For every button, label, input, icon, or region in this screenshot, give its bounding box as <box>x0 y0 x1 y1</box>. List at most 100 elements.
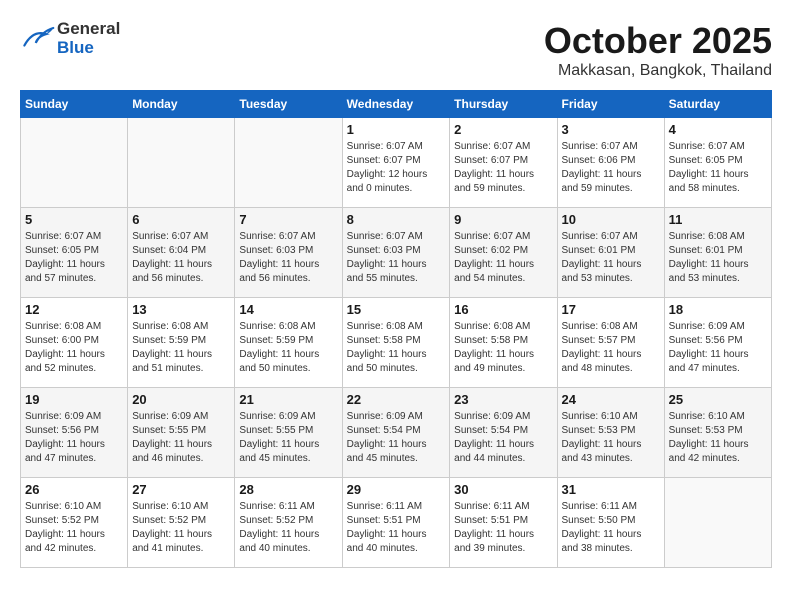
day-info: Sunrise: 6:10 AM Sunset: 5:52 PM Dayligh… <box>25 500 123 556</box>
day-info: Sunrise: 6:09 AM Sunset: 5:54 PM Dayligh… <box>454 410 552 466</box>
calendar-cell: 13 Sunrise: 6:08 AM Sunset: 5:59 PM Dayli… <box>128 298 235 388</box>
day-info: Sunrise: 6:07 AM Sunset: 6:06 PM Dayligh… <box>562 140 660 196</box>
day-info: Sunrise: 6:08 AM Sunset: 6:00 PM Dayligh… <box>25 320 123 376</box>
day-info: Sunrise: 6:08 AM Sunset: 5:58 PM Dayligh… <box>347 320 446 376</box>
calendar-cell: 10 Sunrise: 6:07 AM Sunset: 6:01 PM Dayli… <box>557 208 664 298</box>
calendar-cell: 21 Sunrise: 6:09 AM Sunset: 5:55 PM Dayli… <box>235 388 342 478</box>
day-info: Sunrise: 6:07 AM Sunset: 6:05 PM Dayligh… <box>25 230 123 286</box>
calendar-cell: 22 Sunrise: 6:09 AM Sunset: 5:54 PM Dayli… <box>342 388 450 478</box>
day-info: Sunrise: 6:08 AM Sunset: 5:57 PM Dayligh… <box>562 320 660 376</box>
day-number: 15 <box>347 302 446 317</box>
day-info: Sunrise: 6:08 AM Sunset: 5:58 PM Dayligh… <box>454 320 552 376</box>
day-info: Sunrise: 6:07 AM Sunset: 6:05 PM Dayligh… <box>669 140 767 196</box>
day-number: 30 <box>454 482 552 497</box>
day-info: Sunrise: 6:08 AM Sunset: 5:59 PM Dayligh… <box>239 320 337 376</box>
calendar-week-row: 12 Sunrise: 6:08 AM Sunset: 6:00 PM Dayli… <box>21 298 772 388</box>
day-info: Sunrise: 6:09 AM Sunset: 5:56 PM Dayligh… <box>669 320 767 376</box>
calendar-cell: 1Sunrise: 6:07 AM Sunset: 6:07 PM Daylig… <box>342 118 450 208</box>
calendar-cell: 23 Sunrise: 6:09 AM Sunset: 5:54 PM Dayli… <box>450 388 557 478</box>
calendar-cell <box>21 118 128 208</box>
day-info: Sunrise: 6:09 AM Sunset: 5:55 PM Dayligh… <box>239 410 337 466</box>
calendar-week-row: 5Sunrise: 6:07 AM Sunset: 6:05 PM Daylig… <box>21 208 772 298</box>
calendar-cell: 16 Sunrise: 6:08 AM Sunset: 5:58 PM Dayli… <box>450 298 557 388</box>
logo-bird-icon <box>20 21 55 56</box>
day-number: 20 <box>132 392 230 407</box>
calendar-header-thursday: Thursday <box>450 91 557 118</box>
calendar-cell: 2Sunrise: 6:07 AM Sunset: 6:07 PM Daylig… <box>450 118 557 208</box>
calendar-header-sunday: Sunday <box>21 91 128 118</box>
day-number: 9 <box>454 212 552 227</box>
day-number: 16 <box>454 302 552 317</box>
calendar-week-row: 26Sunrise: 6:10 AM Sunset: 5:52 PM Dayli… <box>21 478 772 568</box>
calendar-cell: 19 Sunrise: 6:09 AM Sunset: 5:56 PM Dayli… <box>21 388 128 478</box>
day-number: 13 <box>132 302 230 317</box>
day-number: 8 <box>347 212 446 227</box>
logo: General Blue <box>20 20 120 57</box>
calendar-cell: 7 Sunrise: 6:07 AM Sunset: 6:03 PM Daylig… <box>235 208 342 298</box>
day-number: 21 <box>239 392 337 407</box>
calendar-cell: 5Sunrise: 6:07 AM Sunset: 6:05 PM Daylig… <box>21 208 128 298</box>
day-info: Sunrise: 6:11 AM Sunset: 5:51 PM Dayligh… <box>347 500 446 556</box>
day-number: 6 <box>132 212 230 227</box>
day-info: Sunrise: 6:07 AM Sunset: 6:03 PM Dayligh… <box>239 230 337 286</box>
calendar-cell: 15 Sunrise: 6:08 AM Sunset: 5:58 PM Dayli… <box>342 298 450 388</box>
day-info: Sunrise: 6:07 AM Sunset: 6:02 PM Dayligh… <box>454 230 552 286</box>
calendar-cell: 12 Sunrise: 6:08 AM Sunset: 6:00 PM Dayli… <box>21 298 128 388</box>
calendar-cell <box>664 478 771 568</box>
day-number: 29 <box>347 482 446 497</box>
day-number: 17 <box>562 302 660 317</box>
calendar-cell: 25Sunrise: 6:10 AM Sunset: 5:53 PM Dayli… <box>664 388 771 478</box>
day-number: 12 <box>25 302 123 317</box>
day-number: 28 <box>239 482 337 497</box>
calendar-header-monday: Monday <box>128 91 235 118</box>
day-number: 19 <box>25 392 123 407</box>
calendar-cell: 24Sunrise: 6:10 AM Sunset: 5:53 PM Dayli… <box>557 388 664 478</box>
calendar-table: SundayMondayTuesdayWednesdayThursdayFrid… <box>20 90 772 568</box>
calendar-cell: 26Sunrise: 6:10 AM Sunset: 5:52 PM Dayli… <box>21 478 128 568</box>
day-info: Sunrise: 6:07 AM Sunset: 6:04 PM Dayligh… <box>132 230 230 286</box>
calendar-cell: 18Sunrise: 6:09 AM Sunset: 5:56 PM Dayli… <box>664 298 771 388</box>
logo-general: General <box>57 20 120 39</box>
day-info: Sunrise: 6:07 AM Sunset: 6:07 PM Dayligh… <box>454 140 552 196</box>
calendar-cell: 14 Sunrise: 6:08 AM Sunset: 5:59 PM Dayli… <box>235 298 342 388</box>
calendar-week-row: 1Sunrise: 6:07 AM Sunset: 6:07 PM Daylig… <box>21 118 772 208</box>
day-info: Sunrise: 6:09 AM Sunset: 5:56 PM Dayligh… <box>25 410 123 466</box>
day-number: 10 <box>562 212 660 227</box>
calendar-cell: 28 Sunrise: 6:11 AM Sunset: 5:52 PM Dayli… <box>235 478 342 568</box>
day-number: 23 <box>454 392 552 407</box>
day-info: Sunrise: 6:10 AM Sunset: 5:53 PM Dayligh… <box>669 410 767 466</box>
calendar-cell: 8 Sunrise: 6:07 AM Sunset: 6:03 PM Daylig… <box>342 208 450 298</box>
day-info: Sunrise: 6:08 AM Sunset: 6:01 PM Dayligh… <box>669 230 767 286</box>
day-info: Sunrise: 6:09 AM Sunset: 5:55 PM Dayligh… <box>132 410 230 466</box>
calendar-cell: 30 Sunrise: 6:11 AM Sunset: 5:51 PM Dayli… <box>450 478 557 568</box>
calendar-cell: 11 Sunrise: 6:08 AM Sunset: 6:01 PM Dayli… <box>664 208 771 298</box>
logo-blue: Blue <box>57 39 120 58</box>
day-info: Sunrise: 6:11 AM Sunset: 5:52 PM Dayligh… <box>239 500 337 556</box>
calendar-cell: 4Sunrise: 6:07 AM Sunset: 6:05 PM Daylig… <box>664 118 771 208</box>
calendar-header-wednesday: Wednesday <box>342 91 450 118</box>
day-info: Sunrise: 6:11 AM Sunset: 5:50 PM Dayligh… <box>562 500 660 556</box>
calendar-cell: 6 Sunrise: 6:07 AM Sunset: 6:04 PM Daylig… <box>128 208 235 298</box>
calendar-cell: 20 Sunrise: 6:09 AM Sunset: 5:55 PM Dayli… <box>128 388 235 478</box>
day-info: Sunrise: 6:09 AM Sunset: 5:54 PM Dayligh… <box>347 410 446 466</box>
day-number: 11 <box>669 212 767 227</box>
day-number: 7 <box>239 212 337 227</box>
title-section: October 2025 Makkasan, Bangkok, Thailand <box>544 20 772 80</box>
calendar-cell: 27Sunrise: 6:10 AM Sunset: 5:52 PM Dayli… <box>128 478 235 568</box>
day-number: 22 <box>347 392 446 407</box>
day-info: Sunrise: 6:08 AM Sunset: 5:59 PM Dayligh… <box>132 320 230 376</box>
calendar-cell: 9 Sunrise: 6:07 AM Sunset: 6:02 PM Daylig… <box>450 208 557 298</box>
day-info: Sunrise: 6:07 AM Sunset: 6:01 PM Dayligh… <box>562 230 660 286</box>
calendar-week-row: 19 Sunrise: 6:09 AM Sunset: 5:56 PM Dayli… <box>21 388 772 478</box>
day-info: Sunrise: 6:11 AM Sunset: 5:51 PM Dayligh… <box>454 500 552 556</box>
day-info: Sunrise: 6:10 AM Sunset: 5:53 PM Dayligh… <box>562 410 660 466</box>
day-number: 27 <box>132 482 230 497</box>
logo-text: General Blue <box>57 20 120 57</box>
day-number: 31 <box>562 482 660 497</box>
calendar-cell: 3Sunrise: 6:07 AM Sunset: 6:06 PM Daylig… <box>557 118 664 208</box>
day-info: Sunrise: 6:07 AM Sunset: 6:03 PM Dayligh… <box>347 230 446 286</box>
calendar-cell <box>235 118 342 208</box>
calendar-header-friday: Friday <box>557 91 664 118</box>
day-number: 14 <box>239 302 337 317</box>
calendar-cell <box>128 118 235 208</box>
